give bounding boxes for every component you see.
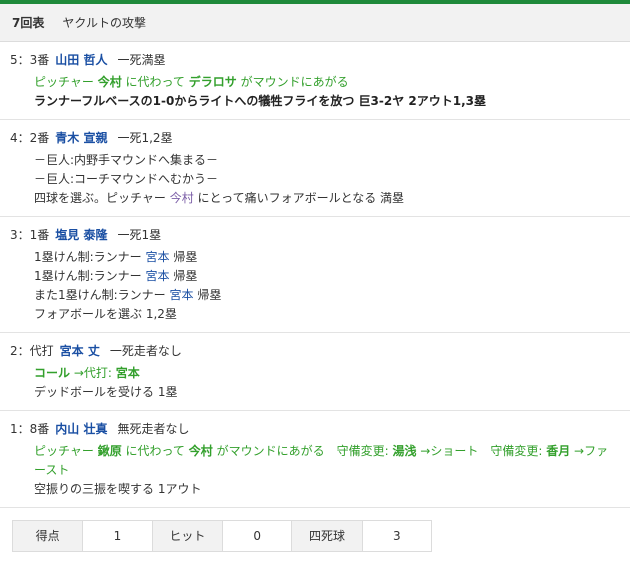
event-header: 5：3番 山田 哲人 一死満塁	[10, 51, 620, 69]
batter-name-link[interactable]: 内山 壮真	[55, 422, 107, 436]
player-ref: デラロサ	[188, 75, 237, 89]
event-text: ピッチャー	[34, 444, 98, 458]
play-by-play-list: 5：3番 山田 哲人 一死満塁 ピッチャー 今村 に代わって デラロサ がマウンドにあ…	[0, 42, 630, 508]
inning-stats: 得点 1 ヒット 0 四死球 3	[12, 520, 432, 552]
inning-header: 7回表 ヤクルトの攻撃	[0, 4, 630, 42]
runner-ref: 宮本	[145, 250, 170, 264]
player-ref: コール	[34, 366, 71, 380]
inning-label: 7回表	[12, 16, 45, 30]
event-text: に代わって	[121, 75, 189, 89]
event-line: ピッチャー 今村 に代わって デラロサ がマウンドにあがる	[10, 73, 620, 92]
event-text: 1塁けん制:ランナー	[34, 250, 146, 264]
event-text: ピッチャー	[34, 75, 98, 89]
event-header: 2：代打 宮本 丈一死走者なし	[10, 342, 620, 360]
event-header: 4：2番 青木 宣親 一死1,2塁	[10, 129, 620, 147]
play-event: 2：代打 宮本 丈一死走者なし コール →代打: 宮本 デッドボールを受ける 1塁	[0, 333, 630, 411]
event-line: 1塁けん制:ランナー 宮本 帰塁	[10, 248, 620, 267]
base-situation: 一死1塁	[117, 228, 162, 242]
stat-value: 0	[223, 521, 293, 551]
event-line: －巨人:コーチマウンドへむかう－	[34, 172, 219, 186]
play-event: 1：8番 内山 壮真 無死走者なしピッチャー 鍬原 に代わって 今村 がマウンドにあ…	[0, 411, 630, 508]
event-text: がマウンドにあがる 守備変更:	[212, 444, 393, 458]
event-text: 帰塁	[169, 269, 198, 283]
player-ref: 香月	[546, 444, 571, 458]
event-text: 帰塁	[169, 250, 198, 264]
play-event: 5：3番 山田 哲人 一死満塁 ピッチャー 今村 に代わって デラロサ がマウンドにあ…	[0, 42, 630, 120]
batter-order: 5：3番	[10, 53, 50, 67]
event-line: また1塁けん制:ランナー 宮本 帰塁	[10, 286, 620, 305]
event-text: がマウンドにあがる	[236, 75, 349, 89]
player-ref: 今村	[97, 75, 122, 89]
runner-ref: 宮本	[169, 288, 194, 302]
batter-order: 2：代打	[10, 344, 54, 358]
batter-name-link[interactable]: 山田 哲人	[55, 53, 107, 67]
event-text: 1塁けん制:ランナー	[34, 269, 146, 283]
event-text: 四球を選ぶ。ピッチャー	[34, 191, 170, 205]
stat-value: 1	[83, 521, 153, 551]
base-situation: 無死走者なし	[117, 422, 190, 436]
runner-ref: 宮本	[145, 269, 170, 283]
event-text: にとって痛いフォアボールとなる 満塁	[193, 191, 405, 205]
player-ref: 鍬原	[97, 444, 122, 458]
attack-label: ヤクルトの攻撃	[62, 16, 147, 30]
event-header: 3：1番 塩見 泰隆 一死1塁	[10, 226, 620, 244]
event-line: 四球を選ぶ。ピッチャー 今村 にとって痛いフォアボールとなる 満塁	[10, 189, 620, 208]
play-event: 4：2番 青木 宣親 一死1,2塁 －巨人:内野手マウンドへ集まる－ －巨人:コーチマウ…	[0, 120, 630, 217]
batter-order: 4：2番	[10, 131, 50, 145]
batter-name-link[interactable]: 塩見 泰隆	[55, 228, 107, 242]
event-line: フォアボールを選ぶ 1,2塁	[34, 307, 177, 321]
event-text: に代わって	[121, 444, 189, 458]
batter-order: 3：1番	[10, 228, 50, 242]
event-line: デッドボールを受ける 1塁	[34, 385, 178, 399]
base-situation: 一死1,2塁	[117, 131, 173, 145]
stat-label: 四死球	[292, 521, 363, 551]
event-text: 帰塁	[193, 288, 222, 302]
event-line: コール →代打: 宮本	[10, 364, 620, 383]
pitcher-ref: 今村	[169, 191, 194, 205]
batter-name-link[interactable]: 宮本 丈	[60, 344, 100, 358]
stat-label: 得点	[13, 521, 84, 551]
base-situation: 一死走者なし	[109, 344, 182, 358]
player-ref: 湯浅	[392, 444, 417, 458]
stat-label: ヒット	[152, 521, 223, 551]
play-event: 3：1番 塩見 泰隆 一死1塁 1塁けん制:ランナー 宮本 帰塁 1塁けん制:ランナー …	[0, 217, 630, 333]
event-text: また1塁けん制:ランナー	[34, 288, 170, 302]
event-line: ランナーフルベースの1-0からライトへの犠牲フライを放つ 巨3-2ヤ 2アウト1…	[34, 94, 487, 108]
player-ref: 今村	[188, 444, 213, 458]
batter-order: 1：8番	[10, 422, 50, 436]
event-line: 空振りの三振を喫する 1アウト	[34, 482, 202, 496]
event-line: －巨人:内野手マウンドへ集まる－	[34, 153, 219, 167]
event-text: →ショート 守備変更:	[416, 444, 547, 458]
batter-name-link[interactable]: 青木 宣親	[55, 131, 107, 145]
base-situation: 一死満塁	[117, 53, 166, 67]
event-header: 1：8番 内山 壮真 無死走者なし	[10, 420, 620, 438]
stat-value: 3	[362, 521, 432, 551]
event-line: ピッチャー 鍬原 に代わって 今村 がマウンドにあがる 守備変更: 湯浅 →ショ…	[10, 442, 620, 480]
player-ref: 宮本	[115, 366, 140, 380]
event-text: →代打:	[70, 366, 116, 380]
event-line: 1塁けん制:ランナー 宮本 帰塁	[10, 267, 620, 286]
